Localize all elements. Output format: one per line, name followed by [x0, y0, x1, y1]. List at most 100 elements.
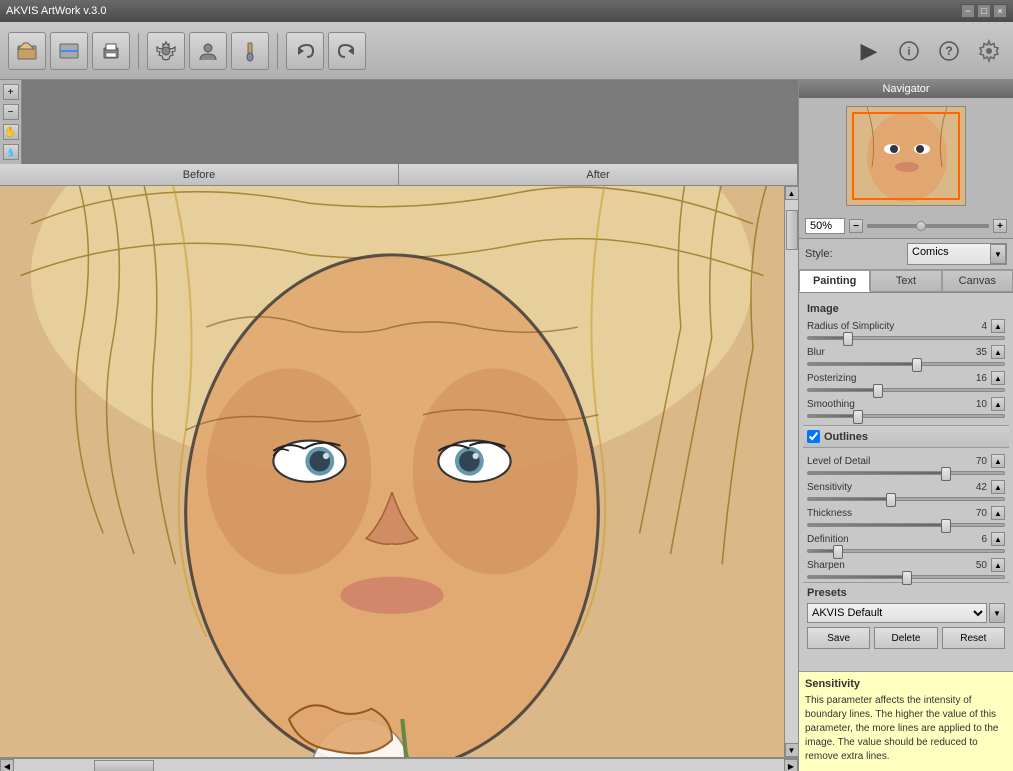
posterizing-slider-track[interactable] [807, 388, 1005, 392]
level-detail-slider-row [803, 470, 1009, 478]
redo-button[interactable] [328, 32, 366, 70]
image-section-header: Image [803, 301, 1009, 317]
delete-preset-button[interactable]: Delete [874, 627, 937, 649]
close-button[interactable]: × [993, 4, 1007, 18]
open-button[interactable] [8, 32, 46, 70]
h-scroll-thumb[interactable] [94, 760, 154, 771]
after-panel-tab[interactable]: After [399, 164, 798, 185]
preferences-button[interactable] [973, 35, 1005, 67]
sharpen-slider-row [803, 574, 1009, 582]
sensitivity-slider[interactable] [807, 497, 1005, 501]
posterizing-slider-row [803, 387, 1009, 395]
outlines-label: Outlines [824, 431, 868, 443]
presets-dropdown[interactable]: AKVIS Default Custom 1 Custom 2 [807, 603, 987, 623]
smoothing-label: Smoothing [807, 399, 959, 410]
tab-text[interactable]: Text [870, 270, 941, 292]
svg-text:i: i [907, 46, 910, 58]
undo-button[interactable] [286, 32, 324, 70]
style-label: Style: [805, 248, 903, 260]
vertical-scrollbar[interactable]: ▲ ▼ [784, 186, 798, 757]
play-button[interactable]: ▶ [853, 35, 885, 67]
presets-header: Presets [807, 587, 1005, 599]
smoothing-slider-track[interactable] [807, 414, 1005, 418]
level-detail-value: 70 [963, 456, 987, 467]
eyedrop-tool[interactable]: 💧 [3, 144, 19, 160]
thickness-slider-row [803, 522, 1009, 530]
thickness-label: Thickness [807, 508, 959, 519]
presets-actions: Save Delete Reset [807, 627, 1005, 649]
definition-stepper[interactable]: ▲ [991, 532, 1005, 546]
print-button[interactable] [92, 32, 130, 70]
level-detail-stepper[interactable]: ▲ [991, 454, 1005, 468]
outlines-checkbox[interactable] [807, 430, 820, 443]
level-detail-row: Level of Detail 70 ▲ [803, 452, 1009, 470]
sharpen-stepper[interactable]: ▲ [991, 558, 1005, 572]
separator-2 [277, 33, 278, 69]
before-panel-tab[interactable]: Before [0, 164, 399, 185]
radius-slider-track[interactable] [807, 336, 1005, 340]
radius-stepper[interactable]: ▲ [991, 319, 1005, 333]
smoothing-stepper[interactable]: ▲ [991, 397, 1005, 411]
maximize-button[interactable]: □ [977, 4, 991, 18]
image-panel[interactable] [0, 186, 784, 757]
radius-label: Radius of Simplicity [807, 321, 959, 332]
zoom-in-tool[interactable]: + [3, 84, 19, 100]
zoom-slider-thumb[interactable] [916, 221, 926, 231]
thickness-slider[interactable] [807, 523, 1005, 527]
zoom-slider[interactable] [867, 224, 989, 228]
tab-canvas[interactable]: Canvas [942, 270, 1013, 292]
smoothing-slider-row [803, 413, 1009, 421]
brush-button[interactable] [231, 32, 269, 70]
sensitivity-stepper[interactable]: ▲ [991, 480, 1005, 494]
scan-button[interactable] [50, 32, 88, 70]
scroll-up-arrow[interactable]: ▲ [785, 186, 799, 200]
style-dropdown-arrow[interactable]: ▼ [990, 244, 1006, 264]
navigator-section: Navigator [799, 80, 1013, 239]
smoothing-value: 10 [963, 399, 987, 410]
settings-button[interactable] [147, 32, 185, 70]
posterizing-stepper[interactable]: ▲ [991, 371, 1005, 385]
thickness-stepper[interactable]: ▲ [991, 506, 1005, 520]
reset-preset-button[interactable]: Reset [942, 627, 1005, 649]
zoom-minus-button[interactable]: − [849, 219, 863, 233]
scroll-right-arrow[interactable]: ▶ [784, 759, 798, 771]
zoom-plus-button[interactable]: + [993, 219, 1007, 233]
horizontal-scrollbar[interactable]: ◀ ▶ [0, 758, 798, 771]
sharpen-label: Sharpen [807, 560, 959, 571]
thickness-row: Thickness 70 ▲ [803, 504, 1009, 522]
info-button[interactable]: i [893, 35, 925, 67]
navigator-thumbnail[interactable] [846, 106, 966, 206]
left-toolbar: + − ✋ 💧 [0, 80, 22, 164]
sensitivity-label: Sensitivity [807, 482, 959, 493]
scroll-track[interactable] [785, 200, 799, 743]
blur-stepper[interactable]: ▲ [991, 345, 1005, 359]
level-detail-slider[interactable] [807, 471, 1005, 475]
blur-slider-track[interactable] [807, 362, 1005, 366]
window-controls: − □ × [961, 4, 1007, 18]
nav-viewport-rect[interactable] [852, 112, 960, 200]
scroll-thumb[interactable] [786, 210, 798, 250]
minimize-button[interactable]: − [961, 4, 975, 18]
style-row: Style: Comics ▼ [799, 239, 1013, 270]
zoom-out-tool[interactable]: − [3, 104, 19, 120]
navigator-zoom-row: 50% − + [799, 214, 1013, 238]
app-title: AKVIS ArtWork v.3.0 [6, 5, 106, 17]
toolbar: ▶ i ? [0, 22, 1013, 80]
definition-slider-row [803, 548, 1009, 556]
presets-dropdown-arrow[interactable]: ▼ [989, 603, 1005, 623]
sharpen-slider[interactable] [807, 575, 1005, 579]
save-preset-button[interactable]: Save [807, 627, 870, 649]
help-button[interactable]: ? [933, 35, 965, 67]
user-button[interactable] [189, 32, 227, 70]
scroll-left-arrow[interactable]: ◀ [0, 759, 14, 771]
hand-tool[interactable]: ✋ [3, 124, 19, 140]
h-scroll-track[interactable] [14, 759, 784, 771]
definition-slider[interactable] [807, 549, 1005, 553]
tab-painting[interactable]: Painting [799, 270, 870, 292]
radius-slider-row [803, 335, 1009, 343]
scroll-down-arrow[interactable]: ▼ [785, 743, 799, 757]
navigator-header: Navigator [799, 80, 1013, 98]
zoom-value: 50% [805, 218, 845, 234]
presets-select-row: AKVIS Default Custom 1 Custom 2 ▼ [807, 603, 1005, 623]
outlines-row: Outlines [803, 425, 1009, 448]
